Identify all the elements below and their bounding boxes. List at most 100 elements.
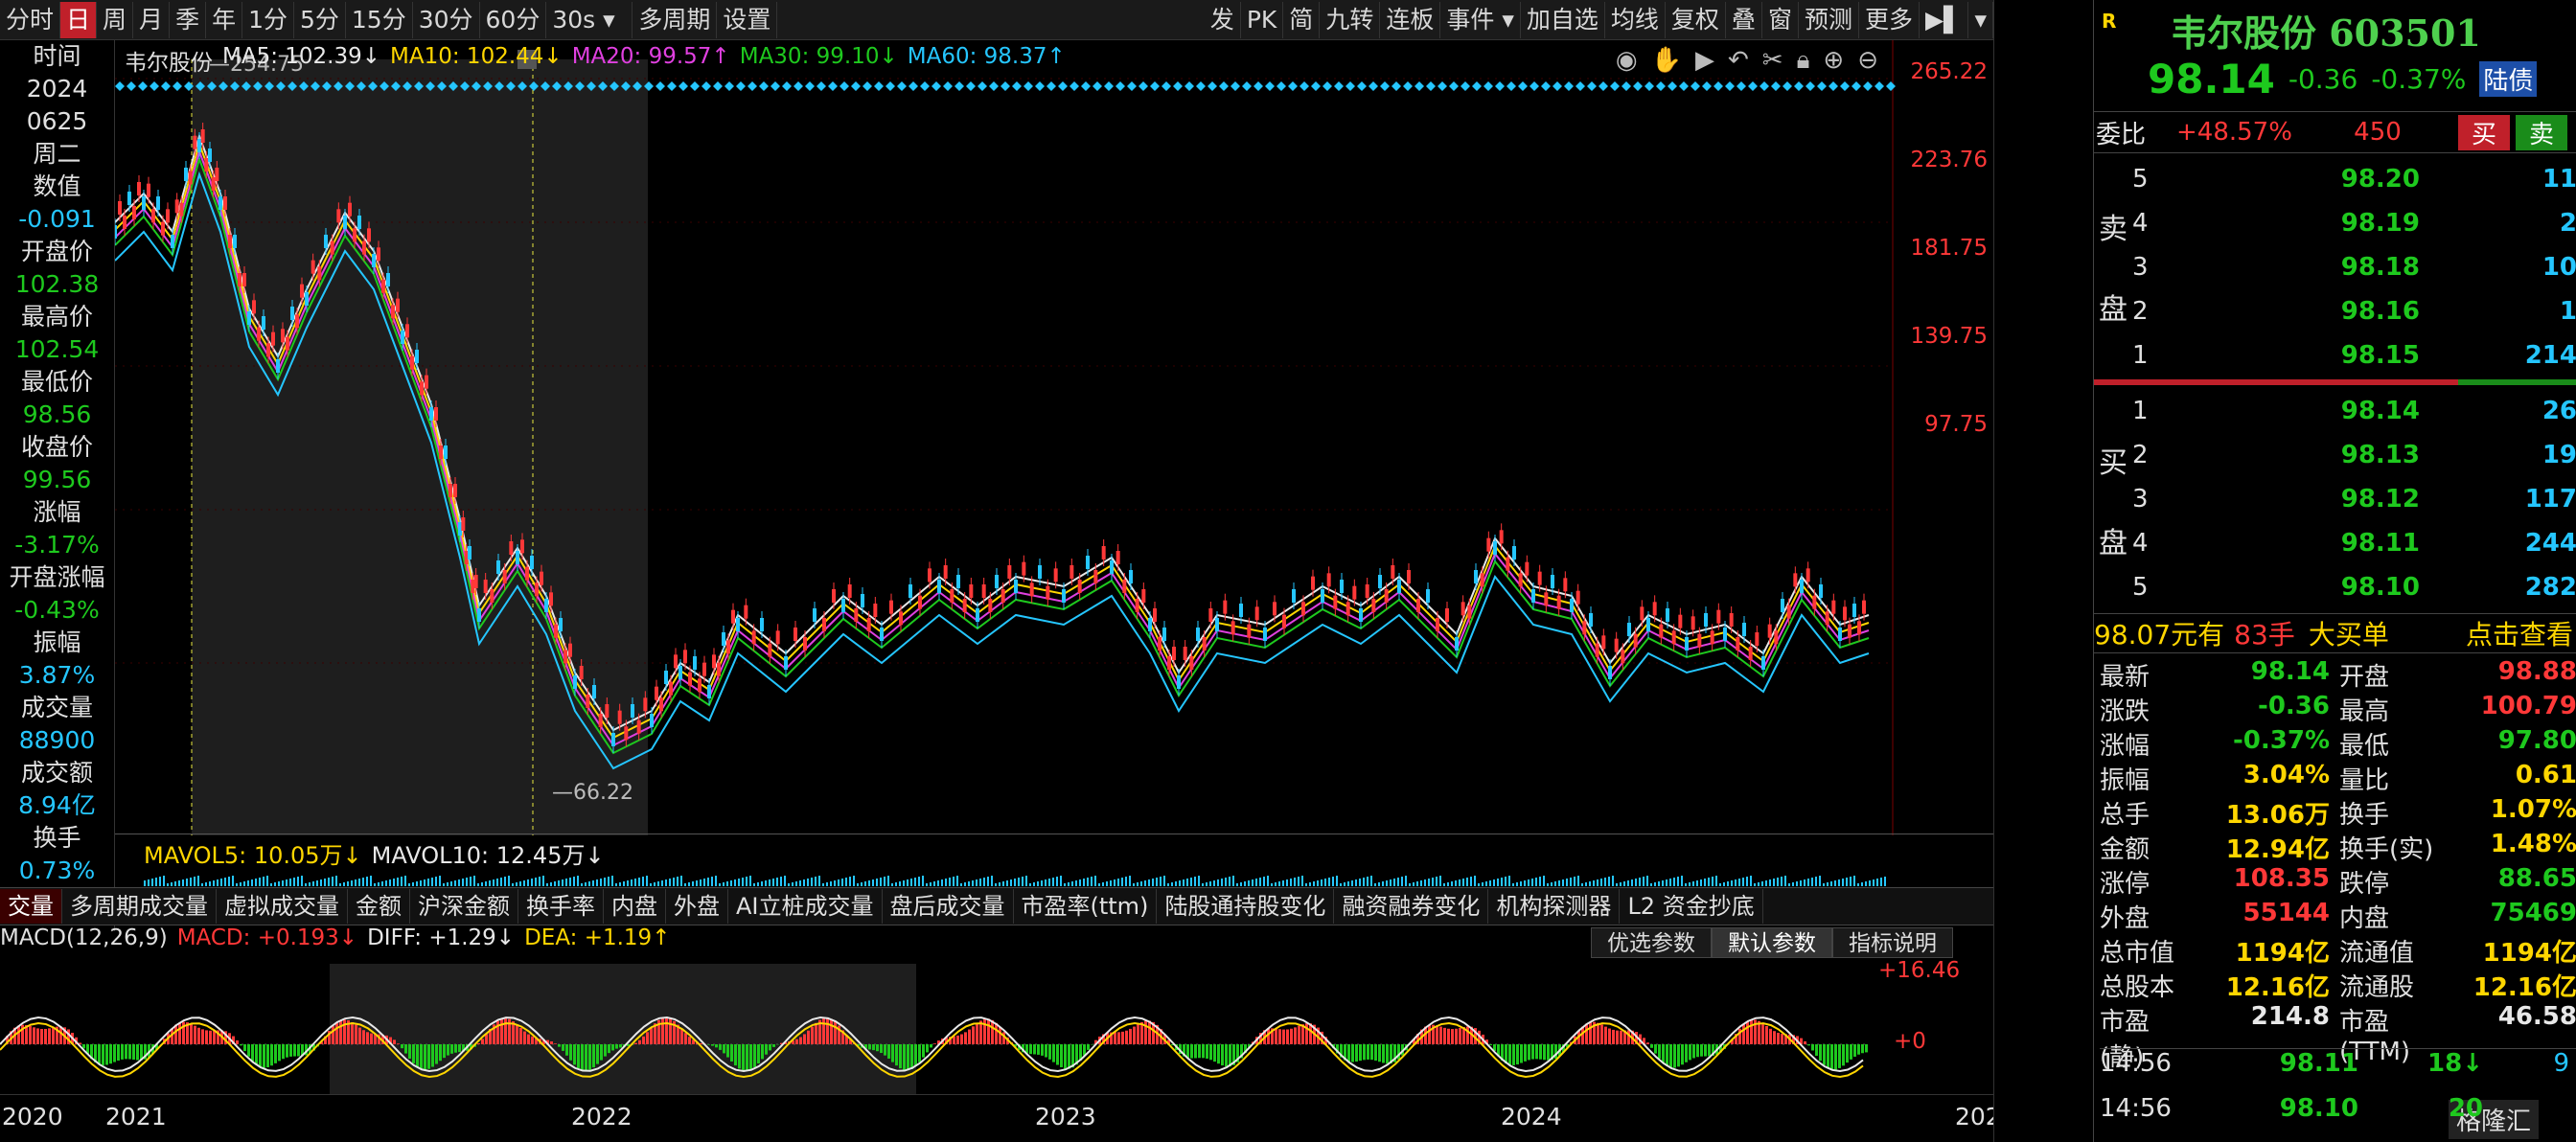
macd-bar bbox=[577, 1044, 580, 1068]
period-tab-year[interactable]: 年 bbox=[206, 1, 243, 38]
undo-icon[interactable]: ↶ bbox=[1728, 46, 1749, 76]
buy-button[interactable]: 买 bbox=[2458, 114, 2510, 150]
big-order-link[interactable]: 点击查看 bbox=[2466, 614, 2573, 652]
indicator-tab[interactable]: L2 资金抄底 bbox=[1620, 889, 1763, 924]
sell-button[interactable]: 卖 bbox=[2516, 114, 2567, 150]
chevron-down-icon[interactable]: ▾ bbox=[1968, 1, 1993, 38]
indicator-tab[interactable]: 机构探测器 bbox=[1488, 889, 1621, 924]
macd-bar bbox=[1781, 1033, 1783, 1044]
toolbar-nine-turn-button[interactable]: 九转 bbox=[1320, 1, 1381, 38]
settings-button[interactable]: 设置 bbox=[717, 1, 778, 38]
stat-label: 外盘 bbox=[2100, 904, 2150, 933]
eye-icon[interactable]: ◉ bbox=[1616, 46, 1638, 76]
period-tab-quarter[interactable]: 季 bbox=[170, 1, 207, 38]
candle-body bbox=[1831, 600, 1836, 614]
big-order-row[interactable]: 98.07元有 83手 大买单 点击查看 bbox=[2094, 613, 2576, 653]
volume-bar bbox=[949, 878, 951, 886]
candle-body bbox=[286, 336, 289, 351]
macd-bar bbox=[48, 1028, 51, 1044]
volume-bar bbox=[1144, 880, 1146, 886]
hand-icon[interactable]: ✋ bbox=[1651, 46, 1682, 76]
macd-bar bbox=[1535, 1044, 1538, 1060]
sell-level-row[interactable]: 5 98.20 11 bbox=[2132, 157, 2576, 201]
macd-bar bbox=[1512, 1044, 1515, 1065]
macd-param-button[interactable]: 指标说明 bbox=[1832, 927, 1953, 958]
indicator-tab[interactable]: 金额 bbox=[348, 889, 410, 924]
event-marker bbox=[851, 81, 861, 91]
indicator-tab[interactable]: AI立桩成交量 bbox=[728, 889, 883, 924]
period-tab-1min[interactable]: 1分 bbox=[242, 1, 294, 38]
macd-bar bbox=[707, 1044, 710, 1045]
period-tab-60min[interactable]: 60分 bbox=[480, 1, 547, 38]
toolbar-event-button[interactable]: 事件 ▾ bbox=[1440, 1, 1521, 38]
toolbar-fa-button[interactable]: 发 bbox=[1205, 1, 1241, 38]
buy-level-row[interactable]: 5 98.10 282 bbox=[2132, 565, 2576, 609]
macd-bar bbox=[1056, 1044, 1059, 1065]
period-tab-month[interactable]: 月 bbox=[133, 1, 171, 38]
kline-chart[interactable]: —254.75 —66.22 韦尔股份 MA5: 102.39↓ MA10: 102.… bbox=[115, 40, 1993, 835]
indicator-tab[interactable]: 陆股通持股变化 bbox=[1157, 889, 1335, 924]
scissors-icon[interactable]: ✂ bbox=[1762, 46, 1783, 76]
period-tab-15min[interactable]: 15分 bbox=[346, 1, 413, 38]
price-axis-label: 265.22 bbox=[1910, 59, 1988, 84]
indicator-tab[interactable]: 融资融券变化 bbox=[1334, 889, 1489, 924]
indicator-tab[interactable]: 内盘 bbox=[604, 889, 666, 924]
price-change-pct: -0.37% bbox=[2371, 63, 2467, 95]
period-tab-5min[interactable]: 5分 bbox=[294, 1, 346, 38]
toolbar-simple-button[interactable]: 简 bbox=[1283, 1, 1321, 38]
lock-icon[interactable]: 🔒︎ bbox=[1797, 46, 1810, 76]
indicator-tab[interactable]: 盘后成交量 bbox=[883, 889, 1014, 924]
event-marker bbox=[759, 81, 769, 91]
candle-body bbox=[1391, 565, 1395, 579]
volume-bar bbox=[454, 880, 456, 886]
macd-bar bbox=[1294, 1027, 1297, 1044]
info-label: 数值 bbox=[33, 172, 81, 200]
period-tab-fenshi[interactable]: 分时 bbox=[0, 1, 61, 38]
toolbar-adjust-button[interactable]: 复权 bbox=[1666, 1, 1726, 38]
play-icon[interactable]: ▶ bbox=[1695, 46, 1714, 76]
collapse-right-icon[interactable]: ▶▌ bbox=[1920, 1, 1969, 38]
period-tab-week[interactable]: 周 bbox=[97, 1, 134, 38]
indicator-tab[interactable]: 虚拟成交量 bbox=[217, 889, 348, 924]
buy-level-row[interactable]: 3 98.12 117 bbox=[2132, 477, 2576, 521]
zoom-in-icon[interactable]: ⊕ bbox=[1823, 46, 1844, 76]
sell-level-row[interactable]: 2 98.16 1 bbox=[2132, 289, 2576, 333]
macd-param-button[interactable]: 默认参数 bbox=[1712, 927, 1832, 958]
sell-level-row[interactable]: 4 98.19 2 bbox=[2132, 201, 2576, 245]
buy-level-row[interactable]: 1 98.14 26 bbox=[2132, 389, 2576, 433]
indicator-tab[interactable]: 市盈率(ttm) bbox=[1014, 889, 1158, 924]
toolbar-overlay-button[interactable]: 叠 bbox=[1726, 1, 1762, 38]
volume-bar bbox=[784, 876, 786, 886]
toolbar-pk-button[interactable]: PK bbox=[1241, 1, 1284, 38]
add-watchlist-button[interactable]: 加自选 bbox=[1521, 1, 1605, 38]
toolbar-lianban-button[interactable]: 连板 bbox=[1380, 1, 1441, 38]
indicator-tab[interactable]: 外盘 bbox=[666, 889, 728, 924]
macd-bar bbox=[393, 1039, 396, 1044]
period-tab-30min[interactable]: 30分 bbox=[413, 1, 480, 38]
toolbar-more-button[interactable]: 更多 bbox=[1859, 1, 1920, 38]
sell-level-row[interactable]: 3 98.18 10 bbox=[2132, 245, 2576, 289]
volume-bar bbox=[803, 879, 805, 886]
level-number: 4 bbox=[2132, 529, 2149, 558]
period-tab-day[interactable]: 日 bbox=[60, 1, 98, 38]
indicator-tab[interactable]: 交量 bbox=[0, 889, 62, 924]
buy-level-row[interactable]: 2 98.13 19 bbox=[2132, 433, 2576, 477]
zoom-out-icon[interactable]: ⊖ bbox=[1857, 46, 1878, 76]
candle-body bbox=[1848, 624, 1852, 638]
sell-level-row[interactable]: 1 98.15 214 bbox=[2132, 333, 2576, 377]
indicator-tab[interactable]: 沪深金额 bbox=[410, 889, 518, 924]
toolbar-window-button[interactable]: 窗 bbox=[1762, 1, 1799, 38]
volume-bar bbox=[1861, 882, 1863, 886]
volume-bar bbox=[1466, 878, 1468, 886]
indicator-tab[interactable]: 换手率 bbox=[518, 889, 604, 924]
volume-bar bbox=[1336, 876, 1338, 886]
toolbar-ma-button[interactable]: 均线 bbox=[1605, 1, 1666, 38]
macd-param-button[interactable]: 优选参数 bbox=[1591, 927, 1712, 958]
macd-bar bbox=[1068, 1044, 1070, 1069]
multi-period-button[interactable]: 多周期 bbox=[632, 1, 718, 38]
toolbar-predict-button[interactable]: 预测 bbox=[1799, 1, 1859, 38]
buy-level-row[interactable]: 4 98.11 244 bbox=[2132, 521, 2576, 565]
event-marker bbox=[1449, 81, 1459, 91]
indicator-tab[interactable]: 多周期成交量 bbox=[62, 889, 217, 924]
period-dropdown-30s[interactable]: 30s ▾ bbox=[546, 1, 633, 38]
